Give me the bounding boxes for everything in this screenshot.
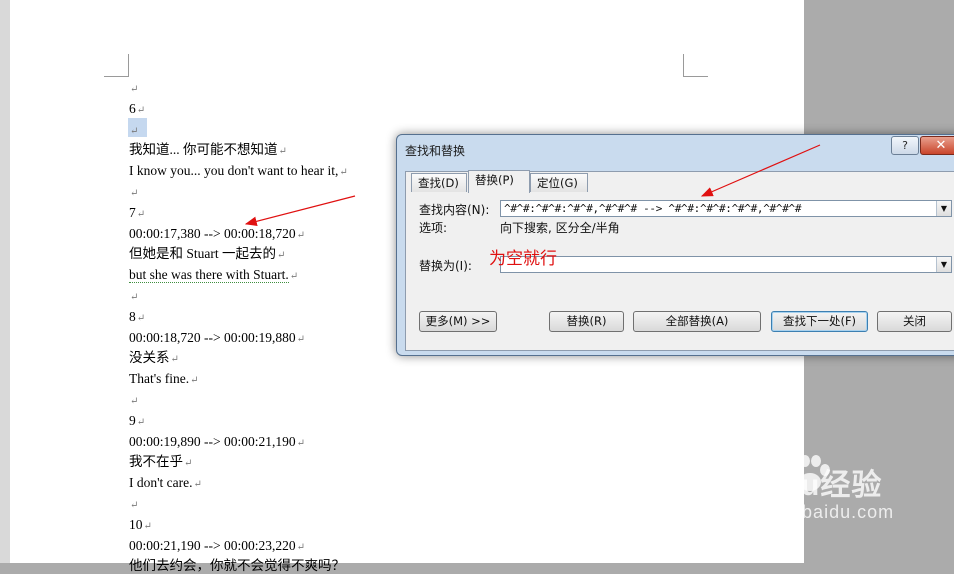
document-line[interactable]: 00:00:21,190 --> 00:00:23,220↵ bbox=[129, 538, 305, 556]
page-corner-top-left bbox=[104, 54, 129, 77]
paragraph-mark-icon: ↵ bbox=[170, 354, 179, 366]
document-line[interactable]: 8↵ bbox=[129, 309, 145, 327]
watermark-sub: jingyan.baidu.com bbox=[732, 502, 895, 522]
replace-button[interactable]: 替换(R) bbox=[549, 311, 624, 332]
document-line[interactable]: 没关系↵ bbox=[129, 350, 179, 368]
dialog-title: 查找和替换 bbox=[405, 144, 466, 158]
document-line-text: 9 bbox=[129, 412, 136, 428]
document-line-text: 我知道... 你可能不想知道 bbox=[129, 142, 278, 158]
paragraph-mark-icon: ↵ bbox=[136, 416, 146, 428]
document-line[interactable]: ↵ bbox=[129, 80, 138, 98]
paragraph-mark-icon: ↵ bbox=[278, 146, 287, 158]
paragraph-mark-icon: ↵ bbox=[130, 84, 139, 95]
find-input[interactable]: ^#^#:^#^#:^#^#,^#^#^# --> ^#^#:^#^#:^#^#… bbox=[504, 201, 801, 216]
more-button[interactable]: 更多(M) >> bbox=[419, 311, 497, 332]
document-line[interactable]: ↵ bbox=[129, 122, 138, 140]
document-line-text: 他们去约会，你就不会觉得不爽吗？ bbox=[129, 558, 345, 574]
document-line[interactable]: 00:00:17,380 --> 00:00:18,720↵ bbox=[129, 226, 305, 244]
options-value: 向下搜索, 区分全/半角 bbox=[500, 221, 620, 235]
annotation-text: 为空就行 bbox=[489, 249, 557, 269]
document-line[interactable]: ↵ bbox=[129, 496, 138, 514]
tab-replace[interactable]: 替换(P) bbox=[468, 170, 530, 193]
document-line-text: 没关系 bbox=[129, 350, 170, 366]
document-line[interactable]: 7↵ bbox=[129, 205, 145, 223]
document-line-text: I know you... you don't want to hear it, bbox=[129, 163, 339, 179]
tab-find[interactable]: 查找(D) bbox=[411, 173, 467, 192]
document-line[interactable]: 00:00:18,720 --> 00:00:19,880↵ bbox=[129, 330, 305, 348]
paragraph-mark-icon: ↵ bbox=[136, 104, 146, 116]
paragraph-mark-icon: ↵ bbox=[296, 229, 305, 241]
document-line[interactable]: 他们去约会，你就不会觉得不爽吗？ bbox=[129, 558, 345, 574]
document-line[interactable]: 00:00:19,890 --> 00:00:21,190↵ bbox=[129, 434, 305, 452]
document-line[interactable]: I don't care.↵ bbox=[129, 475, 202, 493]
left-gutter bbox=[0, 0, 10, 563]
document-line[interactable]: 但她是和 Stuart 一起去的↵ bbox=[129, 246, 285, 264]
document-line[interactable]: ↵ bbox=[129, 392, 138, 410]
document-line-text: 但她是和 Stuart 一起去的 bbox=[129, 246, 276, 262]
replace-combobox[interactable]: ▼ bbox=[500, 256, 952, 273]
document-line[interactable]: 6↵ bbox=[129, 101, 145, 119]
paragraph-mark-icon: ↵ bbox=[277, 250, 286, 262]
paragraph-mark-icon: ↵ bbox=[339, 167, 348, 179]
replace-dropdown-icon[interactable]: ▼ bbox=[936, 257, 951, 272]
document-line-text: 00:00:21,190 --> 00:00:23,220 bbox=[129, 537, 296, 553]
paragraph-mark-icon: ↵ bbox=[193, 479, 202, 491]
document-line-text: 8 bbox=[129, 308, 136, 324]
document-line-text: I don't care. bbox=[129, 475, 193, 491]
find-next-button[interactable]: 查找下一处(F) bbox=[771, 311, 868, 332]
tab-goto[interactable]: 定位(G) bbox=[530, 173, 588, 192]
document-line-text: That's fine. bbox=[129, 371, 190, 387]
document-line[interactable]: 我不在乎↵ bbox=[129, 454, 192, 472]
paragraph-mark-icon: ↵ bbox=[130, 188, 139, 199]
paragraph-mark-icon: ↵ bbox=[136, 208, 146, 220]
replace-label: 替换为(I): bbox=[419, 259, 472, 273]
paw-logo-icon bbox=[791, 455, 830, 491]
document-line-text: 7 bbox=[129, 204, 136, 220]
paragraph-mark-icon: ↵ bbox=[130, 396, 139, 407]
help-button[interactable]: ? bbox=[891, 136, 919, 155]
document-line[interactable]: I know you... you don't want to hear it,… bbox=[129, 163, 348, 181]
document-line-text: 00:00:17,380 --> 00:00:18,720 bbox=[129, 225, 296, 241]
paragraph-mark-icon: ↵ bbox=[143, 520, 152, 532]
document-line[interactable]: ↵ bbox=[129, 288, 138, 306]
find-label: 查找内容(N): bbox=[419, 203, 490, 217]
baidu-watermark: Baidu经验 jingyan.baidu.com bbox=[732, 455, 895, 523]
document-line-text: 00:00:18,720 --> 00:00:19,880 bbox=[129, 329, 296, 345]
document-line-text: 我不在乎 bbox=[129, 454, 183, 470]
document-line[interactable]: 我知道... 你可能不想知道↵ bbox=[129, 142, 287, 160]
close-button[interactable]: 关闭 bbox=[877, 311, 952, 332]
window-close-button[interactable]: ✕ bbox=[920, 136, 954, 155]
find-dropdown-icon[interactable]: ▼ bbox=[936, 201, 951, 216]
paragraph-mark-icon: ↵ bbox=[296, 437, 305, 449]
document-line[interactable]: That's fine.↵ bbox=[129, 371, 199, 389]
document-line[interactable]: ↵ bbox=[129, 184, 138, 202]
paragraph-mark-icon: ↵ bbox=[289, 271, 299, 283]
document-line[interactable]: 9↵ bbox=[129, 413, 145, 431]
options-label: 选项: bbox=[419, 221, 448, 235]
page-corner-top-right bbox=[683, 54, 708, 77]
paragraph-mark-icon: ↵ bbox=[130, 500, 139, 511]
paragraph-mark-icon: ↵ bbox=[296, 333, 305, 345]
document-line-text: but she was there with Stuart. bbox=[129, 267, 289, 284]
document-line-text: 6 bbox=[129, 100, 136, 116]
paragraph-mark-icon: ↵ bbox=[190, 375, 199, 387]
find-replace-dialog: 查找和替换 ? ✕ 查找(D) 替换(P) 定位(G) 查找内容(N): ^#^… bbox=[396, 134, 954, 356]
document-line-text: 10 bbox=[129, 516, 143, 532]
replace-all-button[interactable]: 全部替换(A) bbox=[633, 311, 761, 332]
document-line[interactable]: 10↵ bbox=[129, 517, 152, 535]
find-combobox[interactable]: ^#^#:^#^#:^#^#,^#^#^# --> ^#^#:^#^#:^#^#… bbox=[500, 200, 952, 217]
paragraph-mark-icon: ↵ bbox=[136, 312, 146, 324]
document-line-text: 00:00:19,890 --> 00:00:21,190 bbox=[129, 433, 296, 449]
document-line[interactable]: but she was there with Stuart.↵ bbox=[129, 267, 298, 285]
paragraph-mark-icon: ↵ bbox=[130, 125, 139, 137]
paragraph-mark-icon: ↵ bbox=[184, 458, 193, 470]
paragraph-mark-icon: ↵ bbox=[130, 292, 139, 303]
paragraph-mark-icon: ↵ bbox=[296, 541, 305, 553]
